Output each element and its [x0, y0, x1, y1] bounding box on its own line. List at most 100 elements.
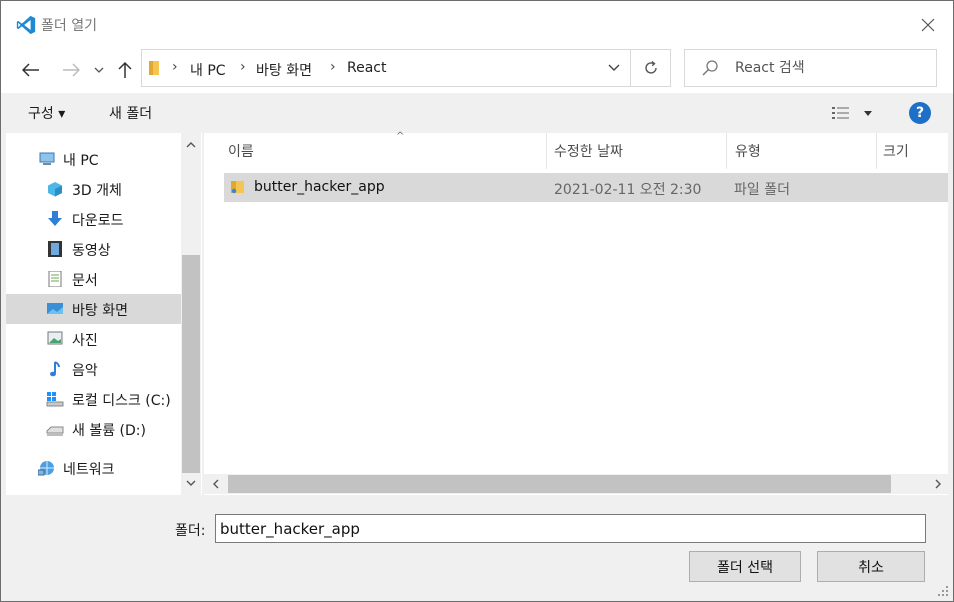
- vscode-logo-icon: [16, 15, 36, 35]
- close-button[interactable]: [913, 11, 943, 39]
- new-folder-button[interactable]: 새 폴더: [109, 103, 152, 123]
- command-bar: 구성 ▾ 새 폴더 ?: [1, 93, 953, 133]
- sidebar-item-label: 사진: [72, 333, 98, 349]
- refresh-button[interactable]: [630, 50, 670, 86]
- video-icon: [48, 241, 62, 257]
- view-options-button[interactable]: [831, 105, 875, 123]
- chevron-right-icon: [935, 479, 941, 489]
- arrow-up-icon: [118, 61, 132, 78]
- sidebar-item-label: 음악: [72, 363, 98, 379]
- cube-3d-icon: [48, 182, 62, 197]
- sidebar-item-local-disk-c[interactable]: 로컬 디스크 (C:): [6, 384, 181, 414]
- column-header-size[interactable]: 크기: [877, 133, 948, 169]
- sidebar-item-label: 3D 개체: [72, 183, 122, 199]
- forward-button[interactable]: [57, 57, 85, 83]
- details-view-icon: [832, 107, 849, 119]
- arrow-left-icon: [22, 63, 39, 77]
- scroll-right-button[interactable]: [928, 474, 948, 494]
- chevron-down-icon: [186, 480, 196, 486]
- scroll-down-button[interactable]: [181, 473, 201, 493]
- sidebar-item-videos[interactable]: 동영상: [6, 234, 181, 264]
- cancel-button[interactable]: 취소: [817, 551, 925, 582]
- column-header-modified[interactable]: 수정한 날짜: [547, 133, 727, 169]
- scrollbar-thumb[interactable]: [182, 255, 200, 473]
- select-folder-button[interactable]: 폴더 선택: [689, 551, 801, 582]
- sidebar-item-documents[interactable]: 문서: [6, 264, 181, 294]
- breadcrumb-react[interactable]: React: [347, 60, 386, 76]
- folder-field-label: 폴더:: [175, 523, 206, 539]
- desktop-icon: [47, 303, 63, 314]
- search-input[interactable]: [735, 58, 925, 78]
- sidebar-item-volume-d[interactable]: 새 볼륨 (D:): [6, 414, 181, 444]
- sidebar-item-desktop[interactable]: 바탕 화면: [6, 294, 181, 324]
- drive-icon: [46, 426, 64, 436]
- sidebar-item-network[interactable]: 네트워크: [6, 453, 181, 483]
- computer-icon: [39, 152, 55, 165]
- search-icon: [702, 60, 718, 76]
- sidebar-item-3d-objects[interactable]: 3D 개체: [6, 174, 181, 204]
- picture-icon: [47, 331, 63, 345]
- file-modified: 2021-02-11 오전 2:30: [554, 182, 702, 198]
- sidebar-item-label: 네트워크: [63, 462, 115, 478]
- sidebar-item-label: 다운로드: [72, 213, 124, 229]
- scroll-left-button[interactable]: [206, 474, 226, 494]
- sidebar-item-label: 내 PC: [63, 153, 99, 169]
- scroll-up-button[interactable]: [181, 135, 201, 155]
- sidebar-item-label: 문서: [72, 273, 98, 289]
- caret-down-icon: [864, 111, 872, 116]
- sidebar-item-label: 로컬 디스크 (C:): [72, 393, 171, 409]
- file-type: 파일 폴더: [734, 182, 790, 198]
- up-button[interactable]: [115, 57, 135, 83]
- chevron-down-icon: [94, 67, 104, 73]
- back-button[interactable]: [17, 57, 45, 83]
- file-name: butter_hacker_app: [254, 179, 385, 195]
- folder-icon: [231, 181, 244, 194]
- recent-locations-button[interactable]: [91, 57, 107, 83]
- chevron-up-icon: [186, 142, 196, 148]
- column-header-label: 이름: [228, 144, 254, 160]
- folder-name-input[interactable]: [215, 514, 926, 543]
- chevron-down-icon: [608, 64, 620, 71]
- refresh-icon: [644, 60, 657, 74]
- download-icon: [48, 211, 62, 226]
- address-dropdown-button[interactable]: [598, 50, 630, 86]
- breadcrumb-desktop[interactable]: 바탕 화면: [256, 60, 312, 80]
- music-icon: [50, 361, 60, 377]
- column-header-name[interactable]: 이름 ^: [224, 131, 547, 169]
- title-bar: 폴더 열기: [1, 1, 953, 49]
- network-icon: [38, 461, 54, 476]
- navigation-bar: › 내 PC › 바탕 화면 › React: [1, 49, 953, 93]
- breadcrumb-separator: ›: [172, 59, 178, 75]
- organize-menu-button[interactable]: 구성 ▾: [28, 103, 65, 123]
- sidebar-item-downloads[interactable]: 다운로드: [6, 204, 181, 234]
- sidebar-item-pictures[interactable]: 사진: [6, 324, 181, 354]
- column-header-type[interactable]: 유형: [727, 133, 877, 169]
- sidebar-item-label: 새 볼륨 (D:): [72, 423, 146, 439]
- sidebar-item-label: 동영상: [72, 243, 111, 259]
- arrow-right-icon: [63, 63, 80, 77]
- navigation-pane: 내 PC 3D 개체 다운로드 동영상 문서 바탕 화면 사진 음악 로컬 디스…: [6, 133, 202, 495]
- windows-drive-icon: [46, 392, 64, 407]
- folder-open-dialog: 폴더 열기 › 내 PC › 바탕 화면 › React React 검색 구성…: [0, 0, 954, 602]
- search-box[interactable]: [684, 49, 937, 87]
- document-icon: [48, 271, 62, 287]
- sort-ascending-icon: ^: [396, 131, 405, 142]
- file-list: 이름 ^ 수정한 날짜 유형 크기 butter_hacker_app 2021…: [204, 131, 948, 495]
- window-title: 폴더 열기: [41, 18, 97, 34]
- breadcrumb-separator: ›: [240, 59, 246, 75]
- sidebar-item-label: 바탕 화면: [72, 303, 128, 319]
- breadcrumb-separator: ›: [330, 59, 336, 75]
- chevron-left-icon: [213, 479, 219, 489]
- address-bar[interactable]: › 내 PC › 바탕 화면 › React: [141, 49, 671, 87]
- table-row[interactable]: butter_hacker_app 2021-02-11 오전 2:30 파일 …: [224, 173, 948, 202]
- sidebar-item-my-pc[interactable]: 내 PC: [6, 144, 181, 174]
- resize-grip-icon[interactable]: [937, 585, 949, 597]
- sidebar-item-music[interactable]: 음악: [6, 354, 181, 384]
- file-list-scrollbar[interactable]: [204, 474, 948, 494]
- help-button[interactable]: ?: [909, 102, 931, 124]
- breadcrumb-my-pc[interactable]: 내 PC: [190, 60, 226, 80]
- scrollbar-thumb[interactable]: [228, 475, 891, 493]
- sidebar-scrollbar[interactable]: [181, 133, 201, 495]
- folder-icon: [149, 61, 159, 75]
- close-icon: [921, 18, 935, 32]
